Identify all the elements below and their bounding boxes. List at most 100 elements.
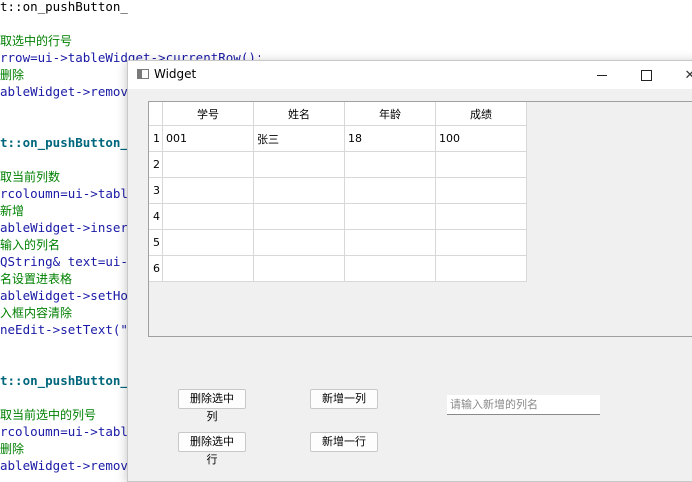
table-cell[interactable] xyxy=(435,229,527,256)
code-token: t::on_pushButton_3_clicked() xyxy=(0,0,128,14)
code-token: ableWidget->setHor xyxy=(0,288,128,303)
delete-selected-column-button[interactable]: 删除选中列 xyxy=(178,389,246,423)
table-cell[interactable] xyxy=(253,203,345,230)
code-line[interactable]: rcoloumn=ui->table xyxy=(0,185,128,202)
code-token: rcoloumn=ui->table xyxy=(0,186,128,201)
minimize-icon xyxy=(597,74,607,76)
code-line[interactable]: 删除 xyxy=(0,440,128,457)
row-header[interactable]: 1 xyxy=(149,125,163,152)
table-cell[interactable] xyxy=(162,203,254,230)
row-header[interactable]: 5 xyxy=(149,229,163,256)
code-line[interactable] xyxy=(0,355,128,372)
code-line[interactable]: 新增 xyxy=(0,202,128,219)
code-line[interactable]: 名设置进表格 xyxy=(0,270,128,287)
code-line[interactable]: ableWidget->insertC xyxy=(0,219,128,236)
code-token: 输入的列名 xyxy=(0,238,61,252)
table-cell[interactable] xyxy=(253,255,345,282)
code-token: ableWidget->insertC xyxy=(0,220,128,235)
code-token: 取当前列数 xyxy=(0,170,61,184)
code-token: ableWidget->removeC xyxy=(0,458,128,473)
table-cell[interactable] xyxy=(162,255,254,282)
code-line[interactable] xyxy=(0,100,128,117)
table-widget[interactable]: 学号 姓名 年龄 成绩 1 001 张三 18 100 2 3 4 5 6 xyxy=(148,101,692,337)
table-cell[interactable]: 100 xyxy=(435,125,527,152)
table-cell[interactable] xyxy=(253,151,345,178)
table-cell[interactable] xyxy=(435,255,527,282)
code-line[interactable] xyxy=(0,338,128,355)
table-cell[interactable] xyxy=(344,203,436,230)
table-cell[interactable] xyxy=(344,229,436,256)
table-cell[interactable] xyxy=(435,177,527,204)
code-token: ableWidget->removeR xyxy=(0,84,128,99)
table-row: 3 xyxy=(149,177,527,204)
window-title: Widget xyxy=(154,67,197,81)
minimize-button[interactable] xyxy=(580,61,624,89)
table-cell[interactable] xyxy=(435,203,527,230)
table-cell[interactable] xyxy=(344,255,436,282)
code-token: rcoloumn=ui->table xyxy=(0,424,128,439)
table-cell[interactable] xyxy=(344,151,436,178)
code-line[interactable]: 输入的列名 xyxy=(0,236,128,253)
code-line[interactable]: rcoloumn=ui->table xyxy=(0,423,128,440)
code-line[interactable]: t::on_pushButton_3_clicked() xyxy=(0,0,128,15)
code-line[interactable]: 入框内容清除 xyxy=(0,304,128,321)
code-line[interactable]: t::on_pushButton_4 xyxy=(0,372,128,389)
add-row-button[interactable]: 新增一行 xyxy=(310,432,378,452)
header-row: 学号 姓名 年龄 成绩 xyxy=(149,102,527,126)
code-line[interactable]: ableWidget->removeR xyxy=(0,83,128,100)
table-cell[interactable] xyxy=(162,151,254,178)
code-line[interactable]: 取选中的行号 xyxy=(0,32,128,49)
delete-selected-row-button[interactable]: 删除选中行 xyxy=(178,432,246,466)
code-token: 删除 xyxy=(0,442,25,456)
row-header[interactable]: 4 xyxy=(149,203,163,230)
code-token: neEdit->setText("" xyxy=(0,322,128,337)
close-button[interactable]: ✕ xyxy=(668,61,692,89)
code-token: 删除 xyxy=(0,68,25,82)
column-header[interactable]: 成绩 xyxy=(435,102,527,126)
column-header[interactable]: 姓名 xyxy=(253,102,345,126)
table-cell[interactable] xyxy=(253,177,345,204)
add-column-button[interactable]: 新增一列 xyxy=(310,389,378,409)
row-header[interactable]: 6 xyxy=(149,255,163,282)
table-cell[interactable]: 001 xyxy=(162,125,254,152)
row-header[interactable]: 3 xyxy=(149,177,163,204)
code-line[interactable]: 删除 xyxy=(0,66,128,83)
code-token: 新增 xyxy=(0,204,25,218)
table-cell[interactable]: 张三 xyxy=(253,125,345,152)
table-cell[interactable] xyxy=(253,229,345,256)
widget-window: Widget ✕ 学号 姓名 年龄 成绩 1 001 张三 18 100 2 3… xyxy=(127,60,692,482)
code-line[interactable]: ableWidget->setHor xyxy=(0,287,128,304)
table-row: 6 xyxy=(149,255,527,282)
code-line[interactable] xyxy=(0,15,128,32)
table-cell[interactable] xyxy=(344,177,436,204)
corner-button[interactable] xyxy=(149,102,163,126)
code-line[interactable]: neEdit->setText("" xyxy=(0,321,128,338)
code-token: t::on_pushButton_2 xyxy=(0,135,128,150)
table-cell[interactable] xyxy=(162,229,254,256)
data-table: 学号 姓名 年龄 成绩 1 001 张三 18 100 2 3 4 5 6 xyxy=(149,102,527,282)
code-token: t::on_pushButton_4 xyxy=(0,373,128,388)
code-line[interactable] xyxy=(0,389,128,406)
row-header[interactable]: 2 xyxy=(149,151,163,178)
title-bar[interactable]: Widget ✕ xyxy=(128,61,692,89)
maximize-icon xyxy=(640,69,652,81)
table-cell[interactable]: 18 xyxy=(344,125,436,152)
code-line[interactable] xyxy=(0,117,128,134)
code-token: 取当前选中的列号 xyxy=(0,408,97,422)
code-line[interactable]: t::on_pushButton_2 xyxy=(0,134,128,151)
table-cell[interactable] xyxy=(435,151,527,178)
table-row: 4 xyxy=(149,203,527,230)
code-token: 名设置进表格 xyxy=(0,272,73,286)
code-line[interactable] xyxy=(0,151,128,168)
column-header[interactable]: 学号 xyxy=(162,102,254,126)
maximize-button[interactable] xyxy=(624,61,668,89)
code-line[interactable]: 取当前选中的列号 xyxy=(0,406,128,423)
table-cell[interactable] xyxy=(162,177,254,204)
code-token: QString& text=ui-> xyxy=(0,254,128,269)
table-row: 2 xyxy=(149,151,527,178)
column-header[interactable]: 年龄 xyxy=(344,102,436,126)
code-line[interactable]: QString& text=ui-> xyxy=(0,253,128,270)
code-line[interactable]: ableWidget->removeC xyxy=(0,457,128,474)
column-name-input[interactable] xyxy=(447,395,600,415)
code-line[interactable]: 取当前列数 xyxy=(0,168,128,185)
